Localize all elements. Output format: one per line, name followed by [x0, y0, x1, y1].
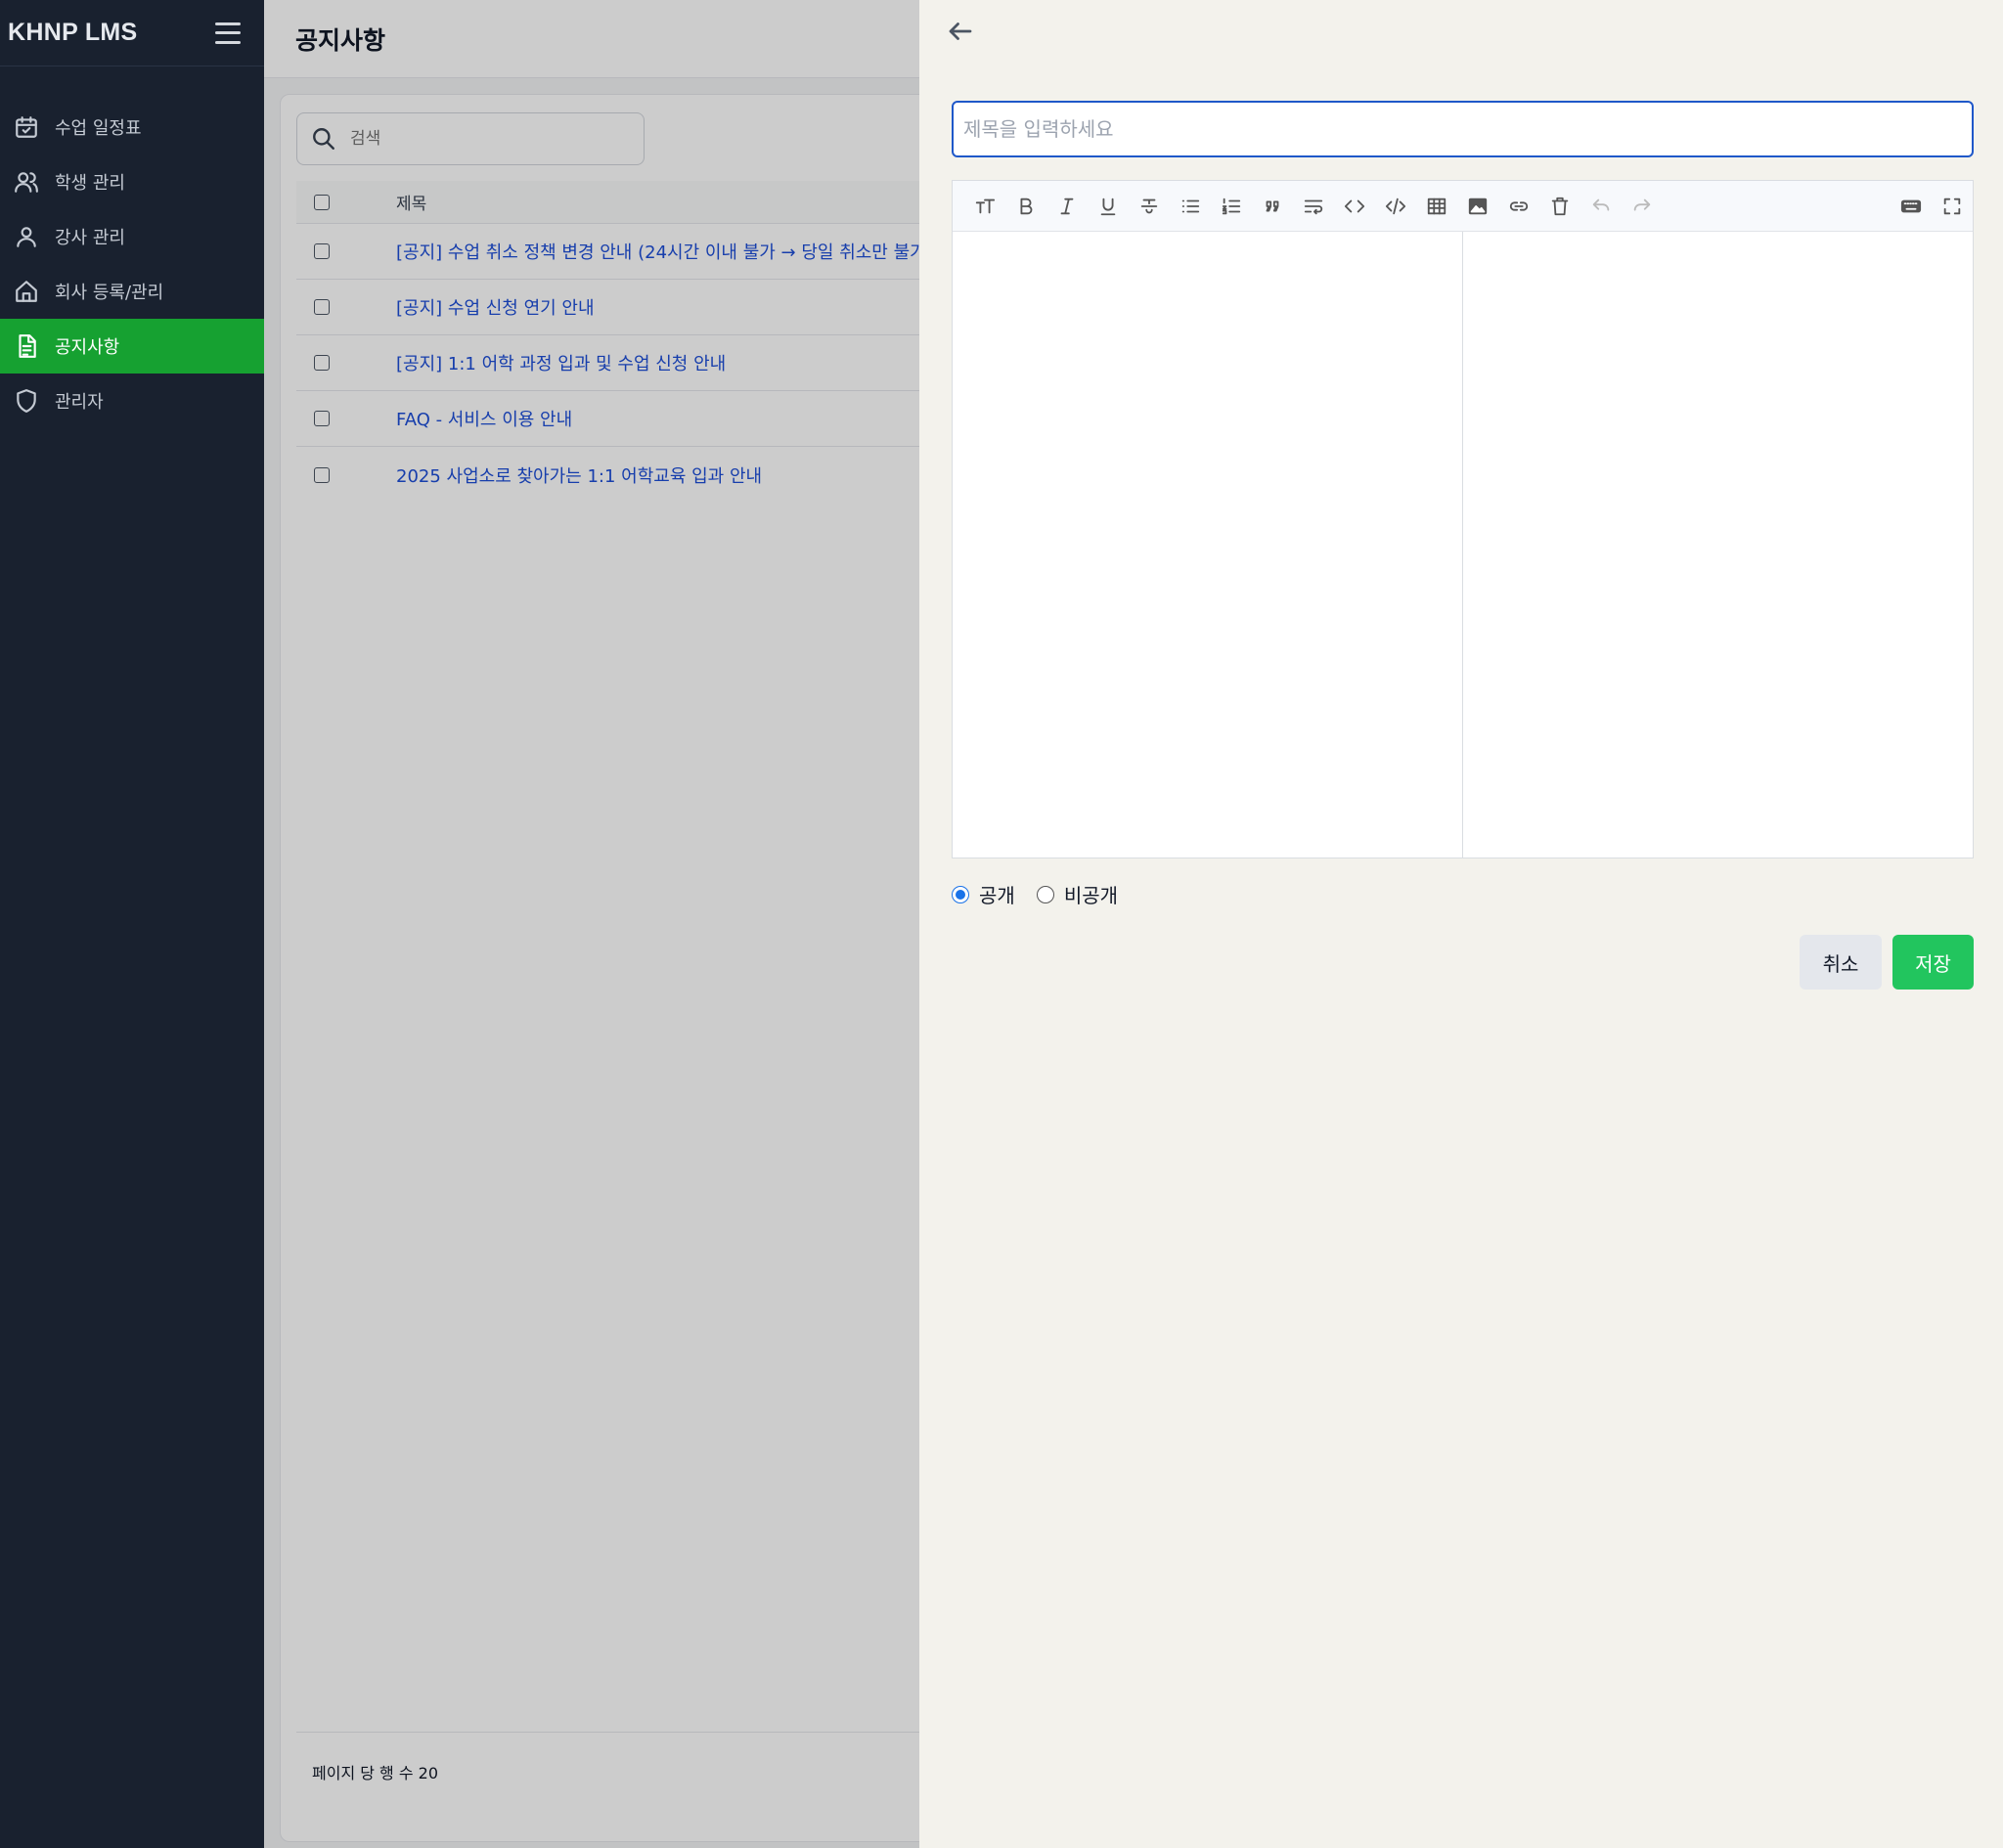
public-radio[interactable] — [952, 885, 969, 903]
editor-toolbar — [953, 181, 1973, 232]
italic-button[interactable] — [1046, 189, 1088, 224]
menu-icon[interactable] — [215, 22, 241, 44]
arrow-left-icon — [949, 22, 972, 40]
editor-textarea[interactable] — [953, 232, 1462, 858]
keyboard-icon — [1900, 199, 1922, 212]
underline-button[interactable] — [1088, 189, 1129, 224]
code-block-icon — [1385, 198, 1406, 214]
strikethrough-icon — [1140, 198, 1158, 213]
editor-preview — [1462, 232, 1973, 858]
sidebar-item-label: 강사 관리 — [55, 228, 125, 248]
strikethrough-button[interactable] — [1129, 189, 1170, 224]
sidebar-item-label: 관리자 — [55, 392, 104, 413]
shield-icon — [17, 389, 36, 413]
sidebar-item-label: 학생 관리 — [55, 173, 125, 194]
sidebar-item-label: 회사 등록/관리 — [55, 283, 164, 303]
title-input[interactable] — [952, 101, 1974, 157]
sidebar-nav: 수업 일정표 학생 관리 강사 관리 회사 등록/관리 공지사항 관리자 — [0, 100, 264, 428]
home-icon — [16, 281, 37, 302]
user-icon — [17, 227, 36, 247]
document-icon — [19, 334, 36, 358]
fullscreen-icon — [1943, 198, 1961, 214]
sidebar-item-label: 수업 일정표 — [55, 118, 142, 139]
code-block-button[interactable] — [1375, 189, 1416, 224]
sidebar-item-instructors[interactable]: 강사 관리 — [0, 209, 264, 264]
sidebar-item-notices[interactable]: 공지사항 — [0, 319, 264, 374]
trash-icon — [1551, 197, 1569, 215]
table-button[interactable] — [1416, 189, 1457, 224]
sidebar-item-companies[interactable]: 회사 등록/관리 — [0, 264, 264, 319]
code-button[interactable] — [1334, 189, 1375, 224]
heading-icon — [975, 198, 996, 213]
private-option[interactable]: 비공개 — [1036, 880, 1119, 908]
link-icon — [1509, 200, 1529, 211]
users-icon — [15, 172, 38, 193]
ordered-list-button[interactable] — [1211, 189, 1252, 224]
link-button[interactable] — [1498, 189, 1539, 224]
table-icon — [1427, 198, 1447, 214]
sidebar-item-label: 공지사항 — [55, 337, 120, 358]
italic-icon — [1060, 198, 1074, 214]
brand-title: KHNP LMS — [8, 19, 138, 46]
sidebar-item-students[interactable]: 학생 관리 — [0, 154, 264, 209]
undo-icon — [1592, 198, 1610, 211]
sidebar-item-admin[interactable]: 관리자 — [0, 374, 264, 428]
clear-button[interactable] — [1539, 189, 1580, 224]
heading-button[interactable] — [964, 189, 1005, 224]
quote-button[interactable] — [1252, 189, 1293, 224]
undo-button[interactable] — [1580, 189, 1622, 224]
code-icon — [1344, 199, 1365, 212]
notice-editor-drawer: 공개 비공개 취소 저장 — [919, 0, 2003, 1848]
cancel-button[interactable]: 취소 — [1800, 935, 1882, 990]
modal-backdrop[interactable] — [264, 0, 919, 1848]
quote-icon — [1266, 200, 1279, 211]
back-button[interactable] — [941, 14, 980, 49]
private-radio[interactable] — [1036, 885, 1054, 903]
ordered-list-icon — [1222, 198, 1241, 214]
redo-button[interactable] — [1622, 189, 1663, 224]
wrap-button[interactable] — [1293, 189, 1334, 224]
underline-icon — [1100, 198, 1116, 215]
bullet-list-button[interactable] — [1170, 189, 1211, 224]
save-button[interactable]: 저장 — [1892, 935, 1974, 990]
editor-panes — [953, 232, 1973, 858]
visibility-options: 공개 비공개 — [952, 880, 1130, 908]
public-label: 공개 — [979, 884, 1015, 907]
calendar-check-icon — [16, 116, 37, 138]
wrap-icon — [1304, 199, 1323, 214]
bold-button[interactable] — [1005, 189, 1046, 224]
sidebar: KHNP LMS 수업 일정표 학생 관리 강사 관리 회사 등록/관리 공지사… — [0, 0, 264, 1848]
public-option[interactable]: 공개 — [952, 880, 1015, 908]
brand-bar: KHNP LMS — [0, 0, 264, 66]
sidebar-item-schedule[interactable]: 수업 일정표 — [0, 100, 264, 154]
fullscreen-button[interactable] — [1932, 189, 1973, 224]
bold-icon — [1020, 198, 1033, 214]
redo-icon — [1633, 198, 1651, 211]
private-label: 비공개 — [1063, 884, 1119, 907]
keyboard-button[interactable] — [1891, 189, 1932, 224]
markdown-editor — [952, 180, 1974, 858]
bullet-list-icon — [1181, 199, 1200, 212]
image-button[interactable] — [1457, 189, 1498, 224]
image-icon — [1468, 198, 1488, 214]
